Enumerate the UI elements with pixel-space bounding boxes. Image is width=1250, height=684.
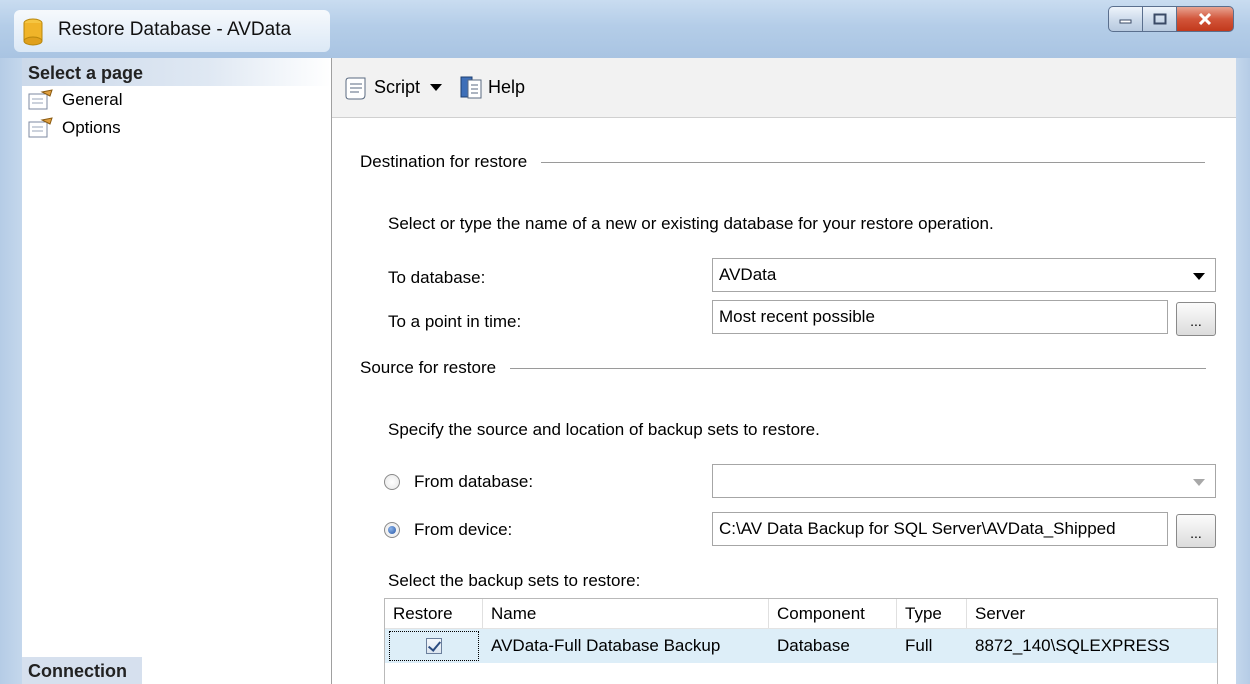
window-frame-left (0, 58, 22, 684)
maximize-icon (1153, 13, 1166, 25)
point-in-time-field[interactable]: Most recent possible (712, 300, 1168, 334)
backup-component-cell: Database (777, 636, 850, 655)
general-page: Destination for restore Select or type t… (332, 118, 1236, 684)
column-header-restore[interactable]: Restore (385, 599, 483, 628)
window-frame-right (1236, 58, 1250, 684)
column-header-type[interactable]: Type (897, 599, 967, 628)
toolbar: Script Help (332, 58, 1236, 118)
close-icon (1198, 13, 1212, 25)
from-database-radio[interactable]: From database: (384, 472, 533, 492)
from-device-value: C:\AV Data Backup for SQL Server\AVData_… (719, 519, 1116, 538)
from-device-radio[interactable]: From device: (384, 520, 512, 540)
backup-sets-label: Select the backup sets to restore: (388, 571, 641, 590)
backup-sets-grid[interactable]: Restore Name Component Type Server AVDat… (384, 598, 1218, 684)
minimize-button[interactable] (1108, 6, 1142, 32)
radio-button-off (384, 474, 400, 490)
backup-name-cell: AVData-Full Database Backup (491, 636, 721, 655)
destination-section-header: Destination for restore (360, 152, 1206, 172)
source-section-header: Source for restore (360, 358, 1207, 378)
backup-type-cell: Full (905, 636, 933, 655)
restore-checkbox-focus (389, 631, 479, 661)
page-item-label: Options (62, 118, 121, 137)
section-divider (541, 161, 1206, 163)
page-item-general[interactable]: General (22, 86, 331, 114)
from-database-label: From database: (414, 472, 534, 491)
page-selector-pane: Select a page General Options Connection (22, 58, 332, 684)
column-header-component[interactable]: Component (769, 599, 897, 628)
column-header-server[interactable]: Server (967, 599, 1217, 628)
table-row[interactable]: AVData-Full Database Backup Database Ful… (385, 629, 1217, 663)
chevron-down-icon (1193, 273, 1205, 280)
to-database-combobox[interactable]: AVData (712, 258, 1216, 292)
window-title: Restore Database - AVData (58, 19, 292, 40)
page-item-label: General (62, 90, 123, 109)
page-item-options[interactable]: Options (22, 114, 331, 142)
minimize-icon (1119, 19, 1131, 24)
column-header-name[interactable]: Name (483, 599, 769, 628)
connection-header: Connection (22, 657, 142, 684)
backup-server-cell: 8872_140\SQLEXPRESS (975, 636, 1170, 655)
script-icon (345, 77, 366, 99)
window-controls (1108, 6, 1234, 32)
script-button[interactable]: Script (344, 75, 420, 101)
from-device-field[interactable]: C:\AV Data Backup for SQL Server\AVData_… (712, 512, 1168, 546)
source-section-title: Source for restore (360, 358, 497, 377)
select-page-header: Select a page (22, 58, 331, 86)
point-in-time-label: To a point in time: (388, 312, 522, 331)
destination-section-title: Destination for restore (360, 152, 528, 171)
script-dropdown[interactable] (430, 83, 446, 92)
point-in-time-browse-button[interactable]: ... (1176, 302, 1216, 336)
source-description: Specify the source and location of backu… (388, 420, 820, 439)
title-bar: Restore Database - AVData (0, 0, 1250, 58)
help-label: Help (488, 77, 526, 97)
section-divider (510, 367, 1207, 369)
maximize-button[interactable] (1142, 6, 1176, 32)
chevron-down-icon (430, 83, 443, 91)
from-database-combobox[interactable] (712, 464, 1216, 498)
restore-cell (385, 631, 483, 661)
chevron-down-icon (1193, 479, 1205, 486)
restore-checkbox[interactable] (426, 638, 442, 654)
database-icon (23, 18, 43, 46)
destination-description: Select or type the name of a new or exis… (388, 214, 994, 233)
radio-button-on (384, 522, 400, 538)
help-button[interactable]: Help (458, 75, 525, 101)
page-wrench-icon (28, 89, 53, 110)
help-icon (460, 76, 482, 98)
page-wrench-icon (28, 117, 53, 138)
point-in-time-value: Most recent possible (719, 307, 875, 326)
close-button[interactable] (1176, 6, 1234, 32)
grid-header: Restore Name Component Type Server (385, 599, 1217, 629)
to-database-value: AVData (719, 265, 777, 284)
script-label: Script (374, 77, 421, 97)
to-database-label: To database: (388, 268, 486, 287)
from-device-browse-button[interactable]: ... (1176, 514, 1216, 548)
from-device-label: From device: (414, 520, 513, 539)
